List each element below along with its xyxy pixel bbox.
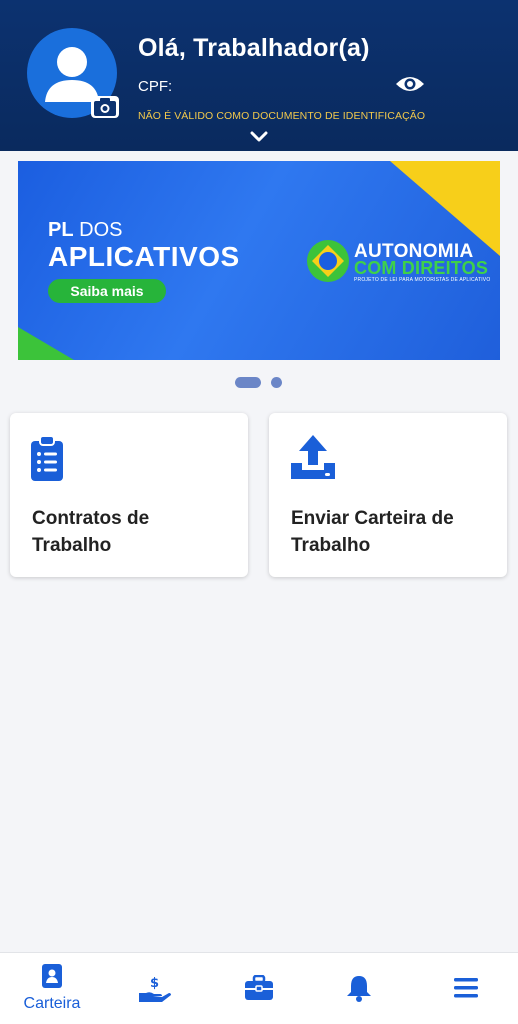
- bell-icon: [347, 976, 371, 1002]
- send-ctps-card-title: Enviar Carteira de Trabalho: [291, 508, 454, 556]
- banner-headline: APLICATIVOS: [48, 241, 240, 272]
- nav-menu[interactable]: [418, 953, 508, 1024]
- brand-line2: COM DIREITOS: [354, 258, 489, 278]
- carousel-dot[interactable]: [271, 377, 282, 388]
- upload-tray-icon: [291, 435, 335, 479]
- nav-benefits[interactable]: $: [118, 953, 208, 1024]
- menu-icon: [454, 978, 478, 998]
- bottom-navigation: Carteira $: [0, 952, 518, 1024]
- briefcase-icon: [245, 975, 273, 1000]
- greeting: Olá, Trabalhador(a): [138, 34, 370, 62]
- hand-money-icon: $: [139, 976, 171, 1002]
- send-ctps-card[interactable]: Enviar Carteira de Trabalho: [269, 413, 507, 577]
- contracts-card-title: Contratos de Trabalho: [32, 508, 150, 556]
- id-disclaimer: NÃO É VÁLIDO COMO DOCUMENTO DE IDENTIFIC…: [138, 110, 426, 122]
- brazil-logo-icon: [307, 240, 349, 282]
- nav-carteira[interactable]: Carteira: [0, 953, 104, 1024]
- nav-jobs[interactable]: [214, 953, 304, 1024]
- contracts-card[interactable]: Contratos de Trabalho: [10, 413, 248, 577]
- carousel-dot-active[interactable]: [235, 377, 261, 388]
- profile-header: Olá, Trabalhador(a) CPF: NÃO É VÁLIDO CO…: [0, 0, 518, 151]
- cpf-label: CPF:: [138, 78, 173, 95]
- svg-text:$: $: [150, 976, 159, 991]
- eye-icon[interactable]: [395, 73, 425, 95]
- banner-green-corner: [18, 327, 74, 360]
- nav-carteira-label: Carteira: [23, 995, 81, 1012]
- nav-notifications[interactable]: [314, 953, 404, 1024]
- saiba-mais-button[interactable]: Saiba mais: [48, 279, 166, 303]
- promo-banner[interactable]: PL DOS APLICATIVOS Saiba mais AUTONOMIA …: [18, 161, 500, 360]
- wallet-id-icon: [42, 964, 62, 988]
- clipboard-list-icon: [31, 435, 63, 481]
- banner-line1: PL DOS: [48, 219, 123, 241]
- brand-subtitle: PROJETO DE LEI PARA MOTORISTAS DE APLICA…: [354, 277, 491, 283]
- camera-icon[interactable]: [91, 96, 119, 118]
- chevron-down-icon[interactable]: [249, 130, 269, 144]
